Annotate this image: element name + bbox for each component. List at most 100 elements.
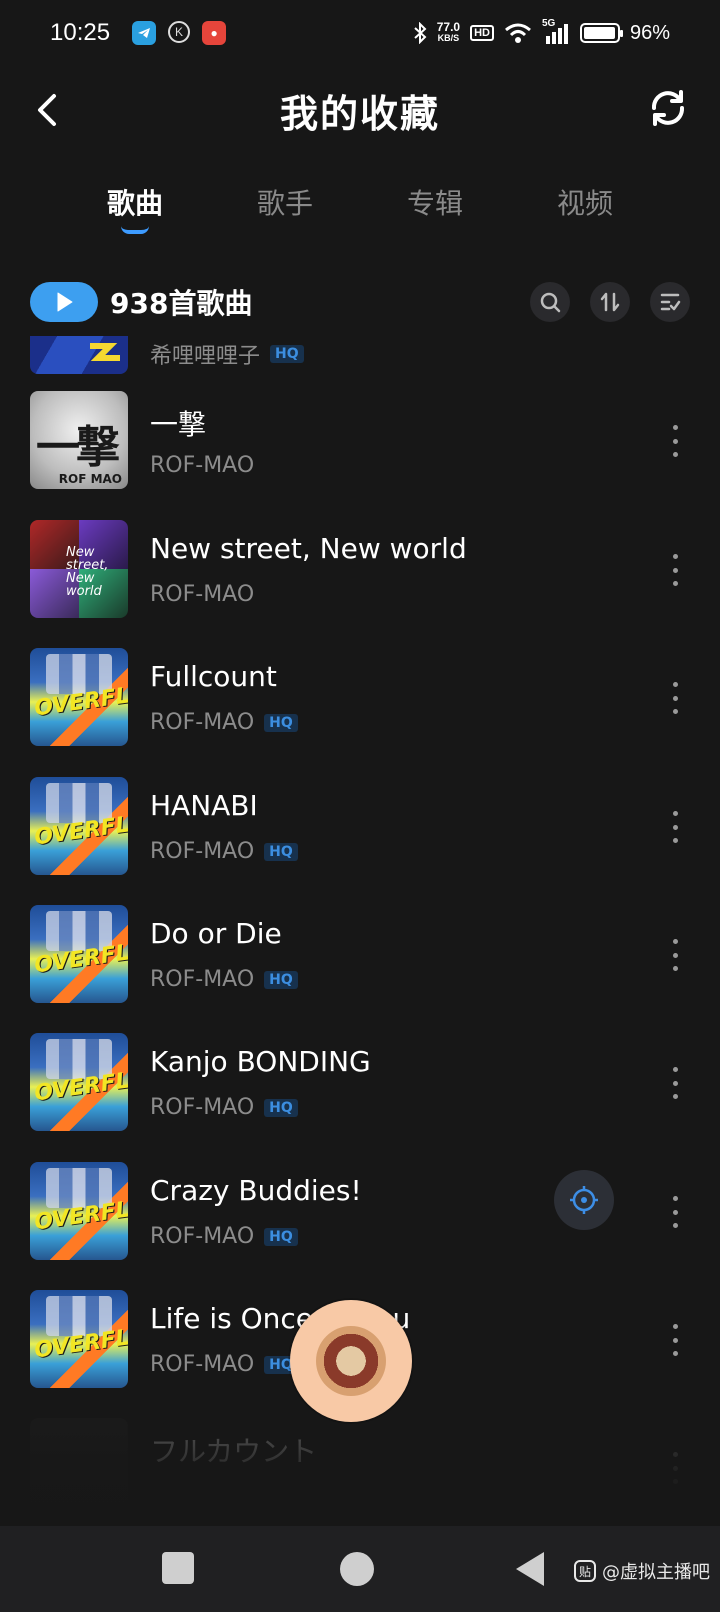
bluetooth-icon [414,22,427,44]
song-artist: 希哩哩哩子 [150,344,261,369]
system-nav-bar: 贴 @虚拟主播吧 [0,1526,720,1612]
tab-albums[interactable]: 专辑 [407,176,463,236]
album-cover: 一撃 ROF MAO [30,391,128,489]
song-meta: ROF-MAO HQ [150,967,298,992]
search-button[interactable] [530,282,570,322]
header: 我的收藏 [0,70,720,150]
album-cover: OVERFLOW [30,1290,128,1388]
notification-icons: K ● [132,21,227,45]
list-toolbar: 938首歌曲 [30,274,690,330]
song-title: フルカウント [150,1435,318,1468]
battery-fill [583,27,615,39]
album-cover [30,1418,128,1516]
song-artist: ROF-MAO [150,453,255,478]
album-cover: OVERFLOW [30,1033,128,1131]
status-bar: 10:25 K ● 77.0 KB/S HD 5G 96% [0,0,720,66]
more-options-button[interactable] [670,554,680,586]
tab-label: 视频 [556,187,613,220]
cover-subtext: ROF MAO [58,472,122,486]
page-title: 我的收藏 [279,91,440,136]
more-options-button[interactable] [670,1452,680,1484]
play-all-button[interactable] [30,282,98,322]
song-meta: 希哩哩哩子 HQ [150,338,304,370]
list-item[interactable]: フルカウント [0,1418,720,1526]
song-meta: ROF-MAO HQ [150,839,298,864]
more-options-button[interactable] [670,1324,680,1356]
tab-singers[interactable]: 歌手 [257,176,313,236]
telegram-icon [132,21,157,45]
tab-label: 专辑 [406,187,463,220]
more-options-button[interactable] [670,1196,680,1228]
tab-label: 歌手 [256,187,313,220]
more-options-button[interactable] [670,1067,680,1099]
song-title: 一撃 [150,408,207,441]
song-artist: ROF-MAO [150,710,255,735]
hq-badge: HQ [264,1227,298,1246]
back-button[interactable] [28,88,72,132]
song-artist: ROF-MAO [150,967,255,992]
cover-text: New street, New world [66,545,109,599]
list-item[interactable]: OVERFLOW Crazy Buddies! ROF-MAO HQ [0,1162,720,1282]
net-speed-unit: KB/S [437,33,460,43]
recents-button[interactable] [162,1552,194,1584]
battery-icon [579,23,623,43]
album-cover: OVERFLOW [30,648,128,746]
song-title: Fullcount [150,660,277,693]
list-item[interactable]: 一撃 ROF MAO 一撃 ROF-MAO [0,391,720,511]
song-title: Crazy Buddies! [150,1174,362,1207]
more-options-button[interactable] [670,811,680,843]
more-options-button[interactable] [670,425,680,457]
tab-active-indicator [120,226,149,234]
tab-label: 歌曲 [106,187,163,220]
tieba-logo-icon: 贴 [574,1560,596,1582]
status-right: 77.0 KB/S HD 5G 96% [413,18,670,45]
home-button[interactable] [340,1552,374,1586]
refresh-button[interactable] [646,86,690,130]
song-title: Do or Die [150,917,282,950]
album-cover: OVERFLOW [30,905,128,1003]
locate-current-button[interactable] [554,1170,614,1230]
hd-badge: HD [470,25,494,41]
sort-icon [600,292,620,312]
system-back-button[interactable] [516,1552,544,1586]
song-artist: ROF-MAO [150,1095,255,1120]
signal-icon: 5G [542,18,570,44]
list-item[interactable]: OVERFLOW Kanjo BONDING ROF-MAO HQ [0,1033,720,1153]
song-artist: ROF-MAO [150,1224,255,1249]
album-cover: New street, New world [30,520,128,618]
net-speed-value: 77.0 [436,20,461,34]
song-meta: ROF-MAO HQ [150,1224,298,1249]
song-count: 938首歌曲 [110,287,253,320]
hq-badge: HQ [264,842,298,861]
song-artist: ROF-MAO [150,582,255,607]
watermark: 贴 @虚拟主播吧 [574,1558,710,1584]
list-item[interactable]: OVERFLOW HANABI ROF-MAO HQ [0,777,720,897]
chevron-left-icon [38,94,56,126]
song-title: Kanjo BONDING [150,1045,371,1078]
multi-select-button[interactable] [650,282,690,322]
list-item[interactable]: OVERFLOW Do or Die ROF-MAO HQ [0,905,720,1025]
tab-videos[interactable]: 视频 [557,176,613,236]
sort-button[interactable] [590,282,630,322]
list-item[interactable]: New street, New world New street, New wo… [0,520,720,640]
locate-icon [570,1186,598,1214]
multi-select-icon [660,293,681,311]
more-options-button[interactable] [670,682,680,714]
list-item[interactable]: 希哩哩哩子 HQ [0,336,720,396]
search-icon [540,292,561,313]
mini-player[interactable] [290,1300,412,1422]
tool-icons [530,282,690,322]
status-time: 10:25 [50,19,111,46]
hq-badge: HQ [270,345,304,363]
song-meta: ROF-MAO [150,582,254,607]
tab-songs[interactable]: 歌曲 [107,176,163,236]
more-options-button[interactable] [670,939,680,971]
song-artist: ROF-MAO [150,839,255,864]
album-cover: OVERFLOW [30,1162,128,1260]
wifi-icon [505,23,531,43]
tab-bar: 歌曲 歌手 专辑 视频 [60,176,660,236]
album-cover [30,336,128,374]
list-item[interactable]: OVERFLOW Fullcount ROF-MAO HQ [0,648,720,768]
song-title: New street, New world [150,532,467,565]
hq-badge: HQ [264,970,298,989]
